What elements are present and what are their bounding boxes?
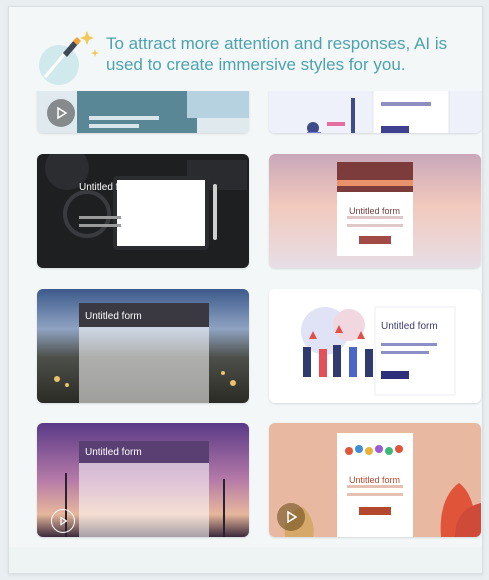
template-thumbnail xyxy=(37,154,249,268)
template-thumbnail xyxy=(269,289,481,403)
play-icon[interactable] xyxy=(47,99,75,127)
magic-brush-sparkle-icon xyxy=(39,31,99,85)
template-card-4[interactable]: Untitled form xyxy=(269,154,481,268)
template-card-5[interactable]: Untitled form xyxy=(37,289,249,403)
form-title: Untitled form xyxy=(79,182,136,193)
play-icon[interactable] xyxy=(51,509,75,533)
template-card-8[interactable]: Untitled form xyxy=(269,423,481,537)
template-card-7[interactable]: Untitled form xyxy=(37,423,249,537)
form-title: Untitled form xyxy=(85,311,142,322)
form-title: Untitled form xyxy=(349,475,401,485)
ai-style-banner: To attract more attention and responses,… xyxy=(9,7,482,91)
template-thumbnail xyxy=(37,289,249,403)
footer-bar xyxy=(9,547,482,573)
template-card-6[interactable]: Untitled form xyxy=(269,289,481,403)
template-card-3[interactable]: Untitled form xyxy=(37,154,249,268)
play-icon[interactable] xyxy=(277,503,305,531)
form-title: Untitled form xyxy=(349,206,401,216)
form-title: Untitled form xyxy=(85,447,142,458)
banner-message: To attract more attention and responses,… xyxy=(106,34,448,74)
style-picker-panel: Untitled form Untitled form Untitled for… xyxy=(8,6,483,574)
form-title: Untitled form xyxy=(381,321,438,332)
